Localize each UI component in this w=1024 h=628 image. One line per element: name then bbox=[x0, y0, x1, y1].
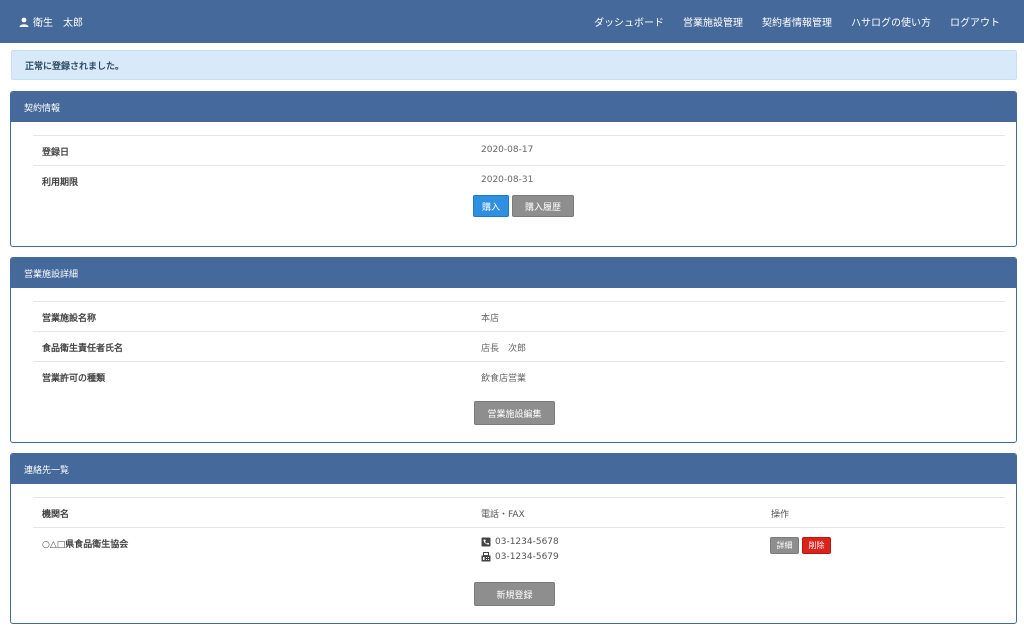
top-navbar: 衛生 太郎 ダッシュボード 営業施設管理 契約者情報管理 ハサログの使い方 ログ… bbox=[0, 0, 1024, 43]
contacts-panel-title: 連絡先一覧 bbox=[24, 465, 70, 476]
success-alert: 正常に登録されました。 bbox=[11, 50, 1017, 80]
user-menu[interactable]: 衛生 太郎 bbox=[19, 0, 83, 43]
expiry-date-label: 利用期限 bbox=[42, 178, 79, 188]
permit-row: 営業許可の種類 飲食店営業 営業施設編集 bbox=[33, 361, 1005, 431]
phone-line: 03-1234-5678 bbox=[481, 537, 559, 547]
column-header-org: 機関名 bbox=[42, 510, 70, 520]
main-menu: ダッシュボード 営業施設管理 契約者情報管理 ハサログの使い方 ログアウト bbox=[594, 0, 1000, 43]
detail-button[interactable]: 詳細 bbox=[770, 537, 799, 554]
contacts-panel-header: 連絡先一覧 bbox=[11, 454, 1016, 484]
fax-number: 03-1234-5679 bbox=[495, 552, 559, 562]
user-name: 衛生 太郎 bbox=[33, 18, 83, 29]
new-contact-button[interactable]: 新規登録 bbox=[474, 582, 555, 606]
nav-how-to-use[interactable]: ハサログの使い方 bbox=[851, 14, 931, 29]
contract-panel: 契約情報 登録日 2020-08-17 利用期限 2020-08-31 購入 購… bbox=[10, 91, 1017, 247]
manager-row: 食品衛生責任者氏名 店長 次郎 bbox=[33, 331, 1005, 361]
contract-panel-title: 契約情報 bbox=[24, 103, 61, 114]
nav-facility-management[interactable]: 営業施設管理 bbox=[683, 14, 743, 29]
column-header-ops: 操作 bbox=[771, 510, 790, 520]
fax-line: 03-1234-5679 bbox=[481, 552, 559, 562]
nav-logout[interactable]: ログアウト bbox=[950, 14, 1000, 29]
registered-date-value: 2020-08-17 bbox=[481, 145, 534, 155]
facility-name-row: 営業施設名称 本店 bbox=[33, 301, 1005, 331]
contacts-panel: 連絡先一覧 機関名 電話・FAX 操作 ○△□県食品衛生協会 03-1234-5… bbox=[10, 453, 1017, 624]
edit-facility-button[interactable]: 営業施設編集 bbox=[474, 401, 555, 425]
column-header-phone: 電話・FAX bbox=[481, 510, 525, 520]
manager-label: 食品衛生責任者氏名 bbox=[42, 344, 124, 354]
facility-name-value: 本店 bbox=[481, 314, 500, 324]
facility-panel-header: 営業施設詳細 bbox=[11, 258, 1016, 288]
facility-name-label: 営業施設名称 bbox=[42, 314, 97, 324]
buy-button[interactable]: 購入 bbox=[473, 195, 509, 217]
registered-date-row: 登録日 2020-08-17 bbox=[33, 135, 1005, 165]
nav-dashboard[interactable]: ダッシュボード bbox=[594, 14, 664, 29]
phone-icon bbox=[481, 537, 491, 547]
fax-icon bbox=[481, 552, 491, 562]
permit-value: 飲食店営業 bbox=[481, 374, 527, 384]
contacts-table-header: 機関名 電話・FAX 操作 bbox=[33, 497, 1005, 527]
org-name: ○△□県食品衛生協会 bbox=[42, 540, 129, 550]
manager-value: 店長 次郎 bbox=[481, 344, 527, 354]
expiry-date-value: 2020-08-31 bbox=[481, 175, 534, 185]
alert-message: 正常に登録されました。 bbox=[25, 61, 125, 72]
nav-contractor-management[interactable]: 契約者情報管理 bbox=[762, 14, 832, 29]
registered-date-label: 登録日 bbox=[42, 148, 70, 158]
delete-button[interactable]: 削除 bbox=[802, 537, 831, 554]
facility-panel: 営業施設詳細 営業施設名称 本店 食品衛生責任者氏名 店長 次郎 営業許可の種類… bbox=[10, 257, 1017, 443]
facility-panel-title: 営業施設詳細 bbox=[24, 269, 79, 280]
user-icon bbox=[19, 17, 29, 27]
contract-panel-header: 契約情報 bbox=[11, 92, 1016, 122]
purchase-history-button[interactable]: 購入履歴 bbox=[512, 195, 574, 217]
expiry-date-row: 利用期限 2020-08-31 購入 購入履歴 bbox=[33, 165, 1005, 235]
permit-label: 営業許可の種類 bbox=[42, 374, 106, 384]
table-row: ○△□県食品衛生協会 03-1234-5678 03-1234-5679 詳細 … bbox=[33, 527, 1005, 607]
phone-number: 03-1234-5678 bbox=[495, 537, 559, 547]
